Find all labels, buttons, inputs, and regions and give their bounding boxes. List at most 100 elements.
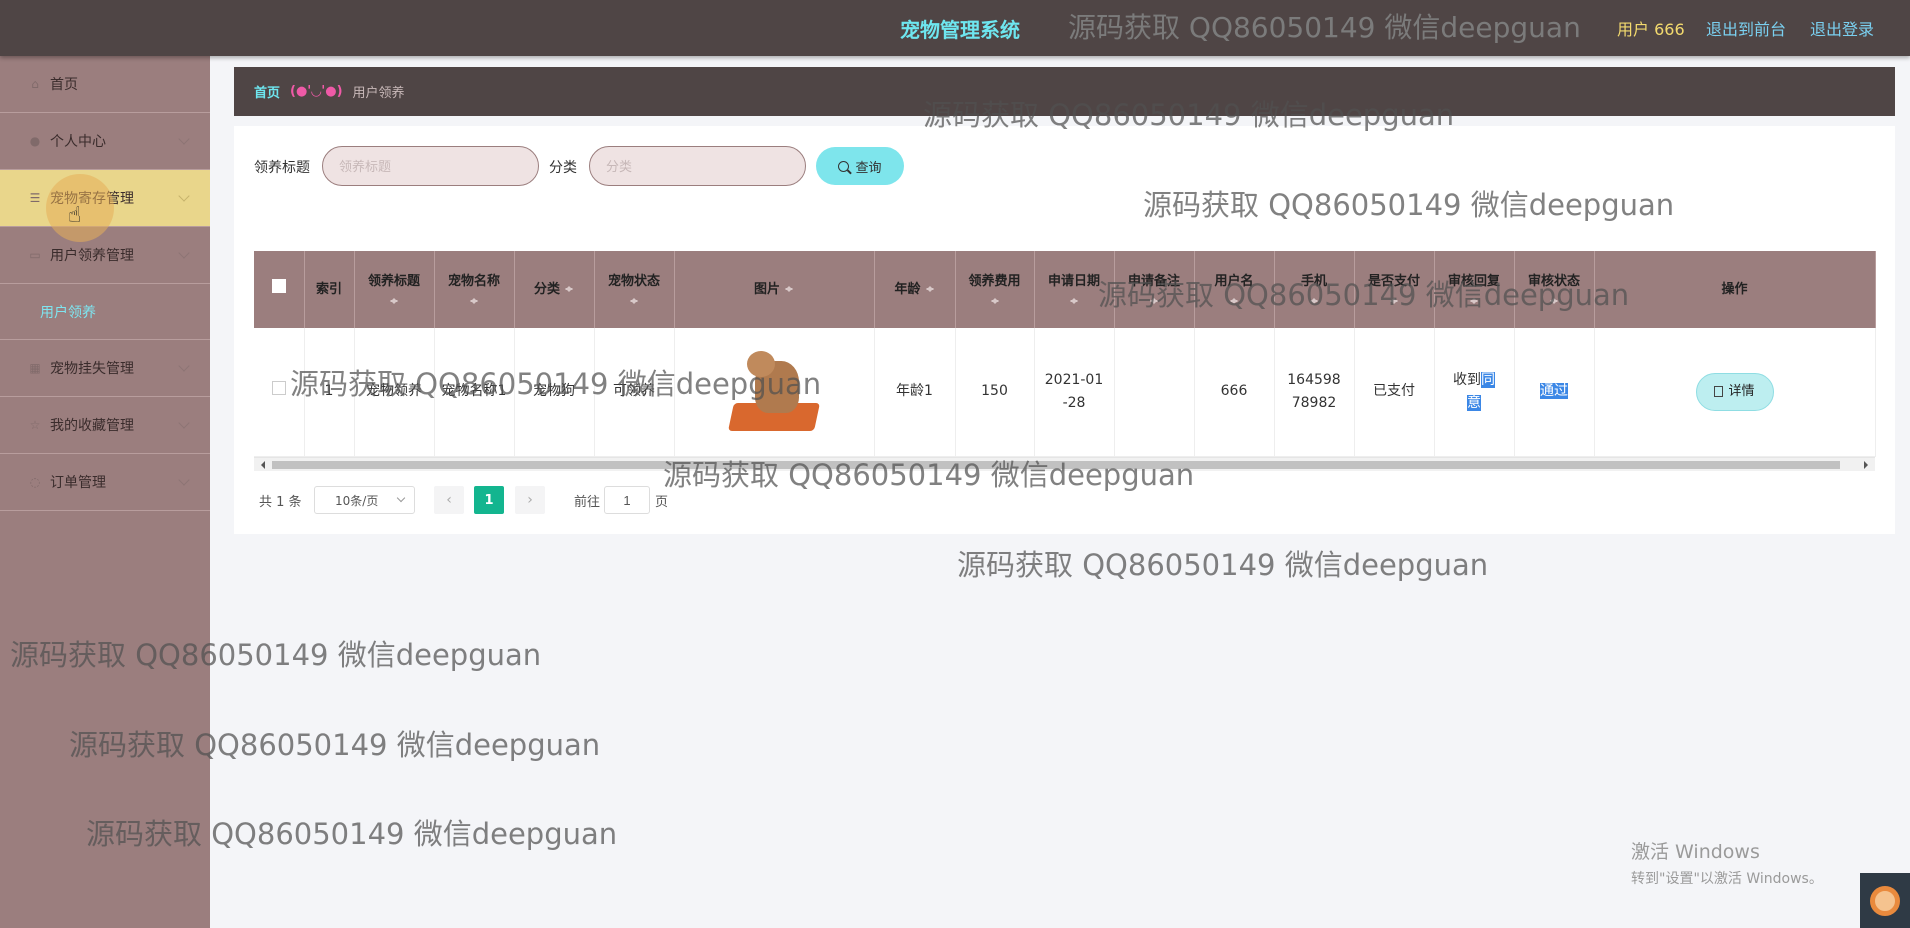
adoption-table: 索引 领养标题 宠物名称 分类 宠物状态 图片 年龄 领养费用 申请日期 申请备… bbox=[254, 251, 1876, 457]
app-tray-icon[interactable] bbox=[1860, 873, 1910, 928]
sort-icon[interactable] bbox=[1069, 294, 1079, 308]
select-all-checkbox[interactable] bbox=[271, 279, 286, 293]
scroll-left-icon[interactable] bbox=[257, 461, 265, 469]
column-header[interactable]: 领养标题 bbox=[354, 251, 435, 328]
sidebar-item-label: 我的收藏管理 bbox=[50, 418, 134, 434]
sort-icon[interactable] bbox=[469, 294, 479, 308]
breadcrumb-home[interactable]: 首页 bbox=[254, 82, 280, 101]
cell-fee: 150 bbox=[955, 328, 1035, 457]
category-search-input[interactable] bbox=[589, 146, 806, 186]
page-size-select[interactable]: 10条/页 bbox=[314, 486, 415, 514]
column-header[interactable]: 宠物状态 bbox=[594, 251, 675, 328]
column-header[interactable]: 图片 bbox=[674, 251, 875, 328]
query-button-label: 查询 bbox=[855, 159, 882, 175]
cell-paid: 已支付 bbox=[1354, 328, 1435, 457]
page-size-value: 10条/页 bbox=[335, 493, 379, 508]
sort-icon[interactable] bbox=[1229, 294, 1239, 308]
sort-icon[interactable] bbox=[1149, 294, 1159, 308]
sort-icon[interactable] bbox=[1549, 294, 1559, 308]
chevron-down-icon bbox=[178, 417, 190, 429]
cell-image bbox=[674, 328, 875, 457]
sort-icon[interactable] bbox=[1309, 294, 1319, 308]
watermark-text: 源码获取 QQ86050149 微信deepguan bbox=[1068, 11, 1581, 44]
sort-icon[interactable] bbox=[925, 282, 935, 296]
sidebar-item-favorites[interactable]: ☆ 我的收藏管理 bbox=[0, 397, 210, 454]
sidebar-item-label: 用户领养管理 bbox=[50, 248, 134, 264]
chevron-down-icon bbox=[178, 247, 190, 259]
cell-username: 666 bbox=[1194, 328, 1275, 457]
page-unit-label: 页 bbox=[655, 495, 669, 510]
category-search-label: 分类 bbox=[549, 160, 577, 176]
table-row: 1 宠物领养 宠物名称1 宠物狗 可领养 年龄1 150 2021-01-28 … bbox=[254, 328, 1876, 457]
prev-page-button[interactable]: ‹ bbox=[434, 486, 464, 514]
cell-date: 2021-01-28 bbox=[1034, 328, 1115, 457]
total-count: 共 1 条 bbox=[259, 495, 302, 510]
breadcrumb: 首页 (●'◡'●) 用户领养 bbox=[234, 67, 1895, 116]
logout-link[interactable]: 退出登录 bbox=[1810, 16, 1874, 40]
cell-index: 1 bbox=[304, 328, 355, 457]
sidebar-item-label: 订单管理 bbox=[50, 475, 106, 491]
sort-icon[interactable] bbox=[990, 294, 1000, 308]
sidebar-item-label: 首页 bbox=[50, 77, 78, 93]
title-search-input[interactable] bbox=[322, 146, 539, 186]
cell-remark bbox=[1114, 328, 1195, 457]
audit-status-text: 通过 bbox=[1540, 383, 1568, 400]
sort-icon[interactable] bbox=[629, 294, 639, 308]
breadcrumb-separator: (●'◡'●) bbox=[290, 84, 343, 99]
sort-icon[interactable] bbox=[389, 294, 399, 308]
cell-age: 年龄1 bbox=[874, 328, 956, 457]
chevron-down-icon bbox=[178, 474, 190, 486]
column-header[interactable]: 申请日期 bbox=[1034, 251, 1115, 328]
column-header[interactable]: 手机 bbox=[1274, 251, 1355, 328]
cell-status: 可领养 bbox=[594, 328, 675, 457]
scroll-right-icon[interactable] bbox=[1864, 461, 1872, 469]
horizontal-scrollbar[interactable] bbox=[254, 457, 1875, 471]
system-title: 宠物管理系统 bbox=[900, 18, 1020, 42]
sort-icon[interactable] bbox=[784, 282, 794, 296]
chevron-down-icon bbox=[178, 133, 190, 145]
reply-text: 收到 bbox=[1453, 371, 1481, 388]
chevron-down-icon bbox=[396, 493, 406, 503]
sort-icon[interactable] bbox=[564, 282, 574, 296]
cell-phone: 16459878982 bbox=[1274, 328, 1355, 457]
user-icon: ● bbox=[29, 134, 41, 148]
sidebar-item-lost[interactable]: ▦ 宠物挂失管理 bbox=[0, 340, 210, 397]
column-header[interactable]: 领养费用 bbox=[955, 251, 1035, 328]
column-header[interactable]: 用户名 bbox=[1194, 251, 1275, 328]
document-icon bbox=[1714, 386, 1724, 398]
search-icon bbox=[838, 160, 850, 172]
column-header[interactable]: 年龄 bbox=[874, 251, 956, 328]
folder-icon: ▭ bbox=[29, 248, 41, 262]
menu-icon: ☰ bbox=[29, 191, 41, 205]
sort-icon[interactable] bbox=[1469, 294, 1479, 308]
detail-button-label: 详情 bbox=[1728, 384, 1755, 400]
next-page-button[interactable]: › bbox=[515, 486, 545, 514]
chevron-down-icon bbox=[178, 360, 190, 372]
row-checkbox[interactable] bbox=[271, 381, 286, 396]
gear-icon bbox=[1870, 885, 1900, 916]
column-header[interactable]: 分类 bbox=[514, 251, 595, 328]
sidebar-item-home[interactable]: ⌂ 首页 bbox=[0, 56, 210, 113]
sidebar-item-personal[interactable]: ● 个人中心 bbox=[0, 113, 210, 170]
detail-button[interactable]: 详情 bbox=[1695, 372, 1774, 411]
activation-title: 激活 Windows bbox=[1631, 841, 1760, 863]
back-to-front-link[interactable]: 退出到前台 bbox=[1706, 16, 1786, 40]
column-header[interactable]: 审核状态 bbox=[1514, 251, 1595, 328]
windows-activation-notice: 激活 Windows 转到"设置"以激活 Windows。 bbox=[1631, 837, 1823, 888]
cell-audit-status: 通过 bbox=[1514, 328, 1595, 457]
column-header[interactable]: 宠物名称 bbox=[434, 251, 515, 328]
column-header[interactable]: 申请备注 bbox=[1114, 251, 1195, 328]
watermark-text: 源码获取 QQ86050149 微信deepguan bbox=[957, 548, 1489, 582]
column-header[interactable]: 审核回复 bbox=[1434, 251, 1515, 328]
query-button[interactable]: 查询 bbox=[816, 147, 904, 185]
sort-icon[interactable] bbox=[1389, 294, 1399, 308]
page-number-button[interactable]: 1 bbox=[474, 486, 504, 514]
scrollbar-thumb[interactable] bbox=[272, 461, 1840, 469]
current-user: 用户 666 bbox=[1617, 20, 1685, 39]
sidebar-item-orders[interactable]: ◌ 订单管理 bbox=[0, 454, 210, 511]
goto-page-input[interactable] bbox=[604, 486, 650, 514]
sidebar-item-label: 宠物挂失管理 bbox=[50, 361, 134, 377]
column-header[interactable]: 是否支付 bbox=[1354, 251, 1435, 328]
sidebar-subitem-user-adopt[interactable]: 用户领养 bbox=[0, 284, 210, 340]
sidebar-item-adoption[interactable]: ▭ 用户领养管理 bbox=[0, 227, 210, 284]
